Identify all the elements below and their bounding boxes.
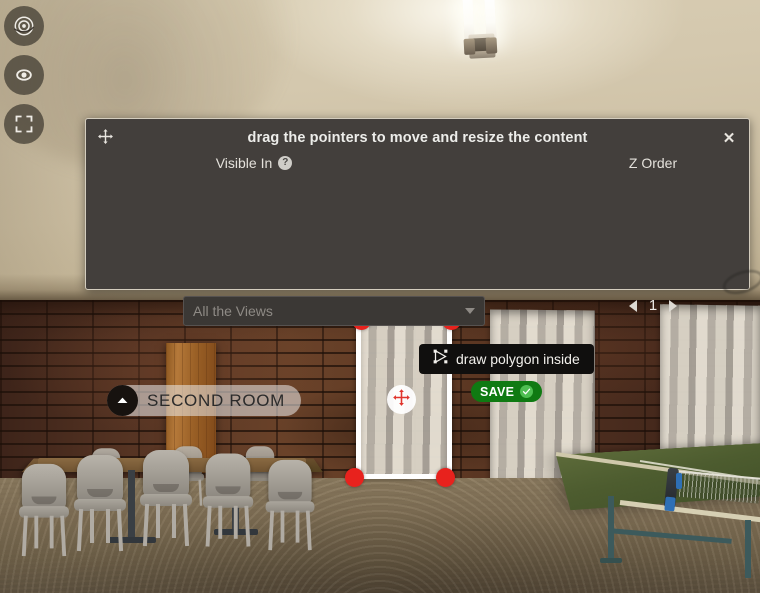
chair-leg	[172, 504, 176, 538]
chair-leg	[21, 515, 28, 557]
ping-pong-net-clip	[676, 473, 682, 489]
chair	[138, 450, 194, 547]
resize-handle-bottom-left[interactable]	[345, 468, 364, 487]
visible-in-label-text: Visible In	[215, 155, 273, 171]
ping-pong-leg	[745, 520, 751, 578]
chair-leg	[90, 509, 94, 543]
chair-leg	[34, 515, 39, 549]
draw-polygon-label: draw polygon inside	[456, 351, 580, 367]
chair-back	[205, 453, 251, 500]
help-icon[interactable]: ?	[278, 156, 293, 170]
content-move-handle[interactable]	[387, 385, 416, 414]
chair-leg	[156, 504, 160, 538]
chair-leg	[233, 505, 238, 539]
chair-leg	[280, 510, 285, 543]
caret-left-icon[interactable]	[629, 299, 637, 312]
chair-leg	[205, 505, 212, 547]
chair-leg	[60, 515, 67, 557]
check-circle-icon	[520, 385, 534, 398]
caret-right-icon[interactable]	[669, 299, 677, 312]
chair	[17, 463, 71, 557]
eye-icon	[13, 64, 35, 86]
chair-back	[21, 463, 67, 510]
chair-leg	[49, 515, 54, 549]
hotspot-second-room[interactable]: SECOND ROOM	[107, 385, 302, 416]
light-cap	[485, 37, 498, 54]
chair	[264, 459, 317, 551]
z-order-stepper: 1	[548, 297, 758, 314]
panorama-editor-screen: SECOND ROOM drag the pointers to move an…	[0, 0, 760, 593]
save-button[interactable]: SAVE	[471, 381, 543, 402]
chair-back	[143, 450, 189, 498]
light-cap	[463, 38, 476, 56]
chair-leg	[182, 503, 190, 547]
chair-leg	[295, 510, 300, 543]
resize-handle-bottom-right[interactable]	[436, 468, 455, 487]
gyroscope-toggle-button[interactable]	[4, 6, 44, 46]
chair-leg	[116, 508, 124, 552]
chair	[201, 453, 255, 547]
visible-in-label: Visible In ?	[216, 155, 293, 171]
target-icon	[13, 15, 35, 37]
chevron-down-icon	[465, 308, 475, 314]
save-button-label: SAVE	[480, 384, 515, 399]
view-toggle-button[interactable]	[4, 55, 44, 95]
dialog-title: drag the pointers to move and resize the…	[247, 130, 588, 146]
visible-in-group: Visible In ?	[94, 155, 414, 173]
chair	[72, 455, 128, 552]
ping-pong-net-clip	[664, 496, 676, 512]
fullscreen-icon	[14, 114, 34, 134]
visible-in-selected-value: All the Views	[193, 303, 273, 319]
chair-back	[77, 455, 123, 503]
content-properties-dialog: drag the pointers to move and resize the…	[85, 118, 760, 402]
chair-leg	[244, 505, 251, 547]
chair-leg	[268, 510, 275, 551]
close-icon[interactable]: ✕	[720, 129, 738, 147]
draw-polygon-button[interactable]: draw polygon inside	[419, 344, 594, 374]
z-order-value: 1	[648, 297, 658, 314]
z-order-label: Z Order	[628, 155, 678, 171]
ping-pong-foot	[600, 558, 622, 563]
hotspot-label: SECOND ROOM	[147, 390, 286, 410]
chair-leg	[106, 509, 110, 543]
chair-leg	[142, 503, 150, 547]
chair-leg	[305, 510, 312, 551]
chevron-up-icon	[107, 385, 138, 416]
fluorescent-light-fixture	[455, 0, 510, 63]
visible-in-select[interactable]: All the Views	[183, 296, 485, 326]
fullscreen-toggle-button[interactable]	[4, 104, 44, 144]
chair-leg	[218, 505, 223, 539]
z-order-group: Z Order	[548, 155, 758, 173]
chair-leg	[76, 508, 84, 552]
table-leg	[128, 470, 135, 540]
chair-back	[268, 459, 312, 505]
move-cross-icon	[392, 388, 411, 412]
polygon-icon	[433, 349, 448, 369]
